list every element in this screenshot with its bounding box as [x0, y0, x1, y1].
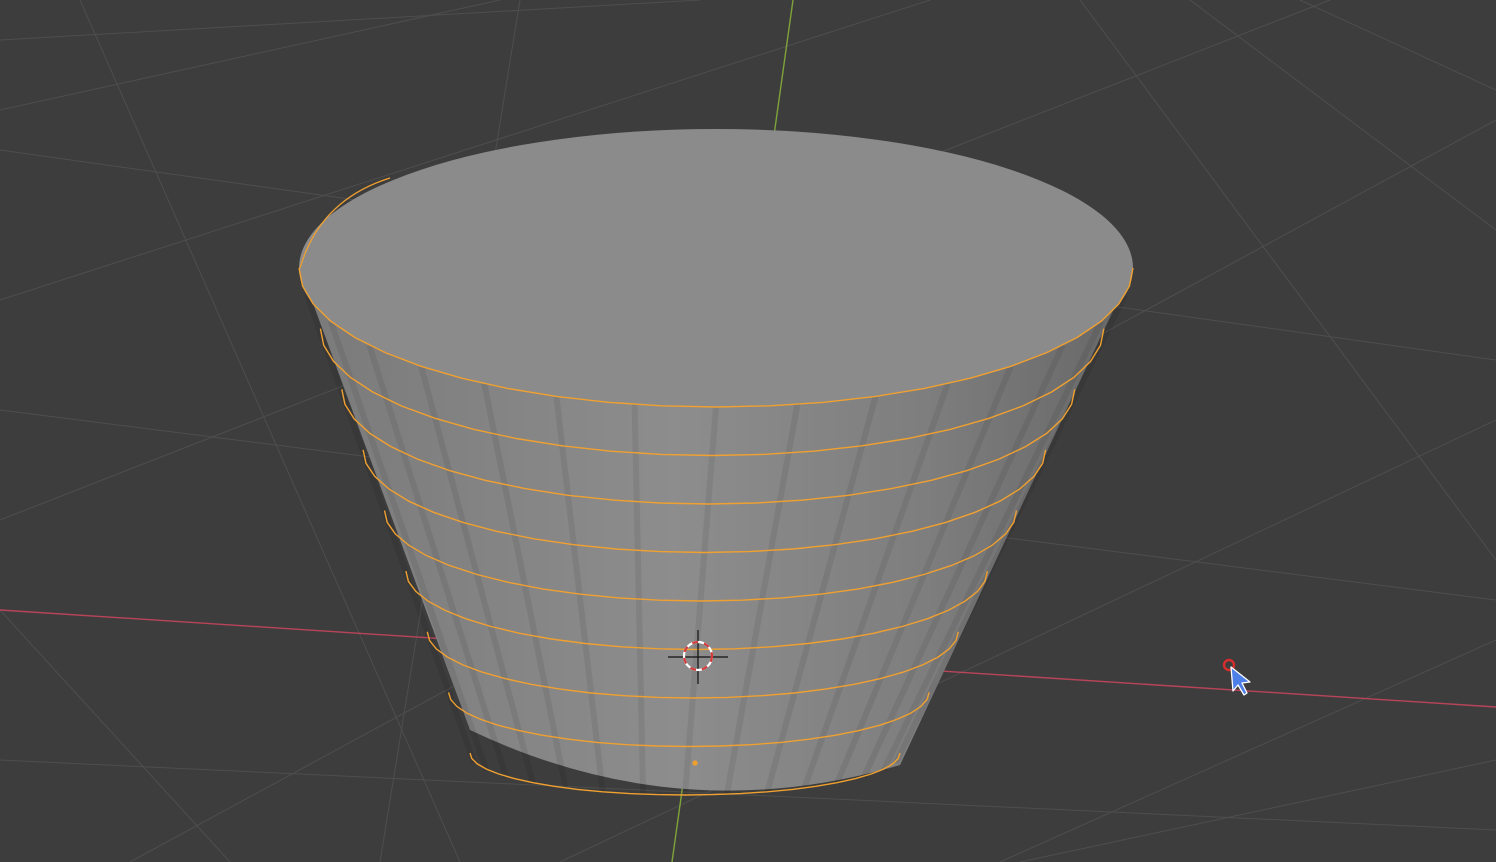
3d-viewport[interactable] — [0, 0, 1496, 862]
cylinder-mesh[interactable] — [298, 129, 1134, 796]
cylinder-top-face[interactable] — [299, 129, 1133, 407]
viewport-canvas[interactable] — [0, 0, 1496, 862]
object-origin-dot — [692, 760, 698, 766]
